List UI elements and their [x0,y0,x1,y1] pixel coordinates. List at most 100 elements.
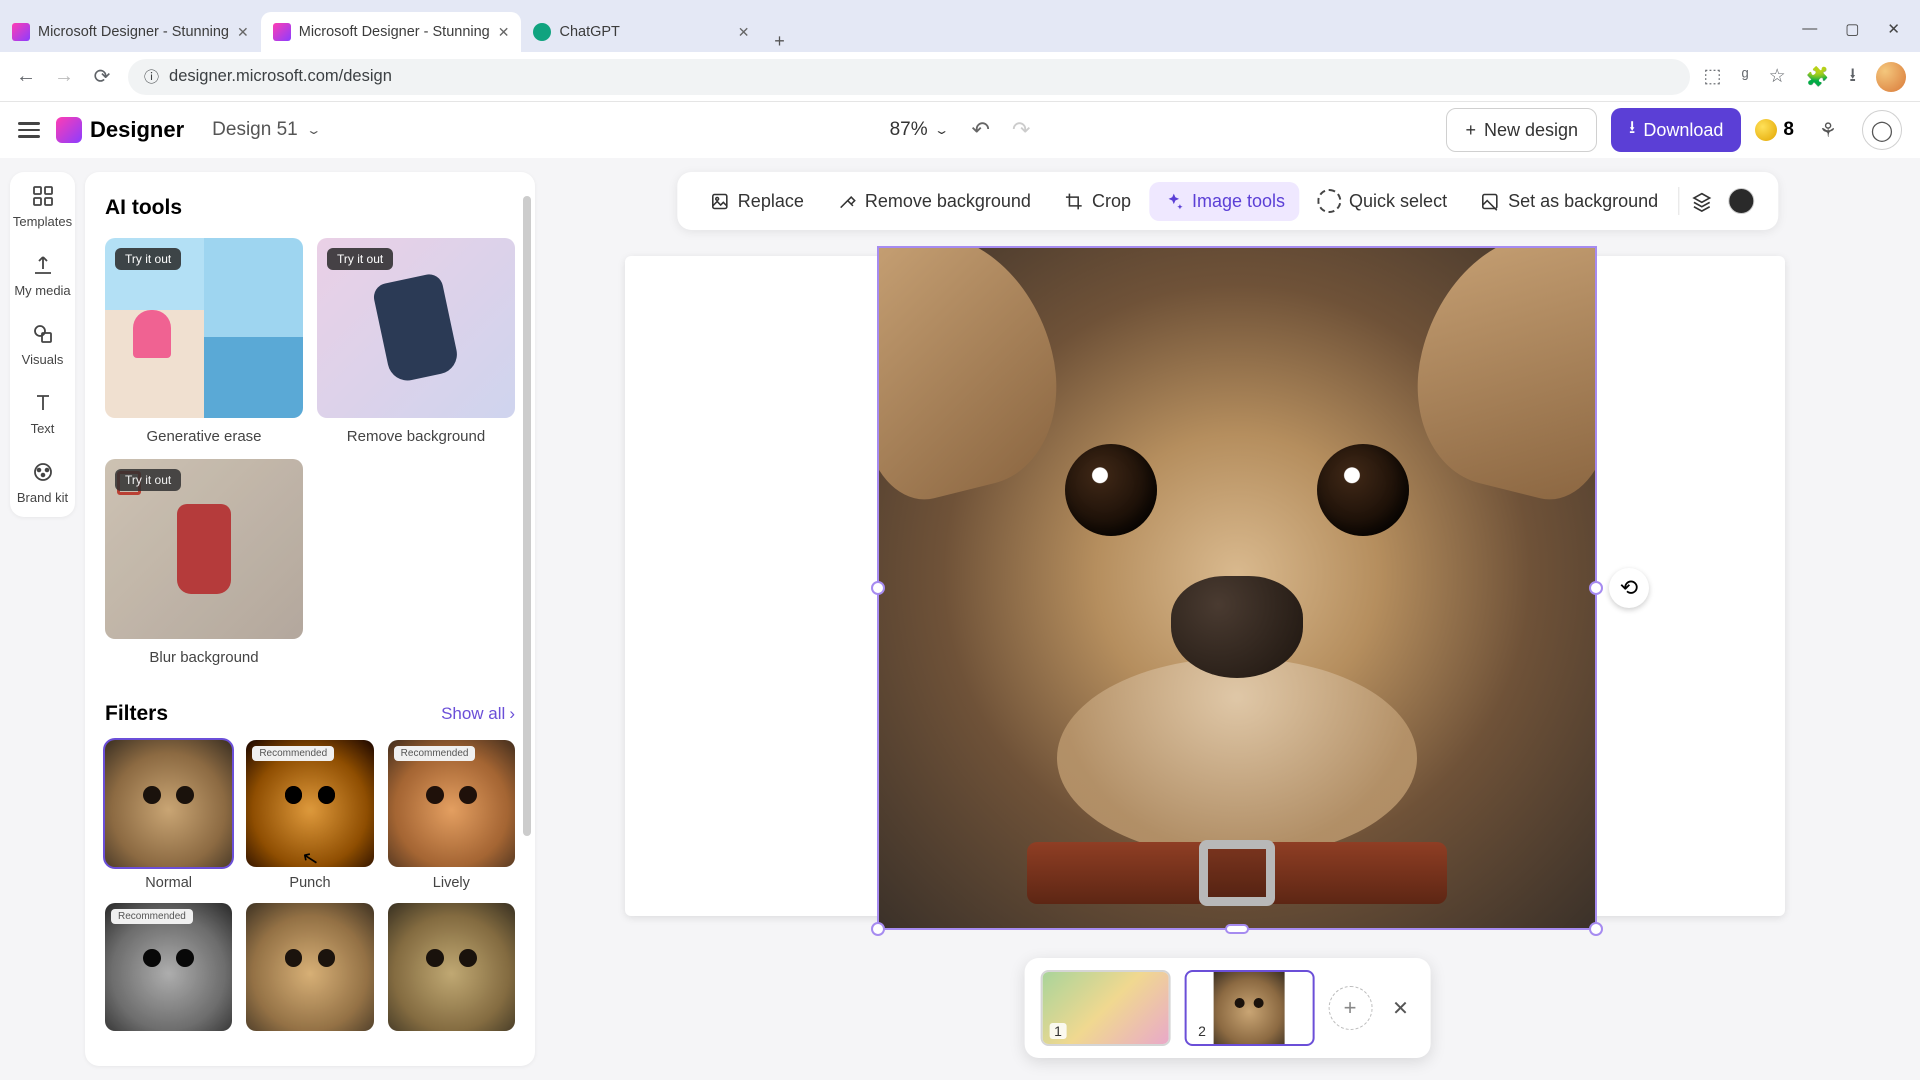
filter-label: Punch [246,875,373,891]
url-input[interactable]: ⓘ designer.microsoft.com/design [128,59,1690,95]
zoom-select[interactable]: 87% ⌄ [890,119,950,142]
selection-frame[interactable]: ⟲ [877,246,1597,930]
install-app-icon[interactable]: ⬚ [1704,65,1722,88]
page-thumb-2[interactable]: 2 [1184,970,1314,1046]
close-tab-icon[interactable]: ✕ [738,24,750,41]
credits-counter[interactable]: 8 [1755,119,1794,141]
layers-button[interactable] [1685,182,1718,221]
page-thumb-1[interactable]: 1 [1040,970,1170,1046]
filter-normal[interactable]: Normal [105,740,232,891]
ctx-label: Set as background [1508,191,1658,212]
button-label: Download [1643,120,1723,141]
remove-background-button[interactable]: Remove background [822,182,1045,221]
tool-generative-erase[interactable]: Try it out Generative erase [105,238,303,445]
filter-lively[interactable]: Recommended Lively [388,740,515,891]
rail-visuals[interactable]: Visuals [10,322,75,367]
crop-button[interactable]: Crop [1049,182,1145,221]
back-icon[interactable]: ← [14,65,38,88]
chevron-down-icon: ⌄ [934,123,950,137]
app-logo[interactable]: Designer [56,117,184,143]
show-all-link[interactable]: Show all › [441,704,515,724]
tool-remove-background[interactable]: Try it out Remove background [317,238,515,445]
crop-icon [1063,191,1084,212]
filter-punch[interactable]: Recommended Punch [246,740,373,891]
page-number: 2 [1193,1023,1211,1039]
ctx-label: Remove background [865,191,1031,212]
browser-tab[interactable]: Microsoft Designer - Stunning ✕ [0,12,261,52]
maximize-icon[interactable]: ▢ [1845,20,1859,38]
close-tab-icon[interactable]: ✕ [237,24,249,41]
filter-item[interactable]: Recommended [105,903,232,1030]
visuals-icon [31,322,55,346]
try-badge: Try it out [115,248,181,270]
tool-blur-background[interactable]: Try it out Blur background [105,459,303,666]
reload-icon[interactable]: ⟳ [90,64,114,89]
download-button[interactable]: ⭳ Download [1611,108,1741,152]
browser-tab[interactable]: Microsoft Designer - Stunning ✕ [261,12,522,52]
extensions-icon[interactable]: 🧩 [1806,65,1830,89]
quick-select-button[interactable]: Quick select [1303,180,1461,222]
resize-handle-bl[interactable] [871,922,885,936]
rail-label: Templates [13,214,72,229]
browser-tab[interactable]: ChatGPT ✕ [521,12,761,52]
design-name-label: Design 51 [212,119,298,141]
resize-handle-left[interactable] [871,581,885,595]
share-button[interactable]: ⚘ [1808,110,1848,150]
replace-icon [709,191,730,212]
rail-label: Visuals [22,352,64,367]
rotate-handle[interactable]: ⟲ [1609,568,1649,608]
recommended-badge: Recommended [111,909,193,924]
rail-my-media[interactable]: My media [10,253,75,298]
rail-brand-kit[interactable]: Brand kit [10,460,75,505]
translate-icon[interactable]: ᵍ [1741,66,1748,88]
close-window-icon[interactable]: ✕ [1887,20,1900,38]
menu-button[interactable] [18,122,40,138]
new-design-button[interactable]: + New design [1446,108,1597,152]
ai-tools-heading: AI tools [105,196,515,220]
ctx-label: Crop [1092,191,1131,212]
replace-button[interactable]: Replace [695,182,818,221]
app-header: Designer Design 51 ⌄ 87% ⌄ ↶ ↷ + New des… [0,102,1920,158]
redo-button[interactable]: ↷ [1012,117,1030,143]
resize-handle-br[interactable] [1589,922,1603,936]
page-number: 1 [1049,1023,1067,1039]
plus-icon: + [1465,120,1476,141]
upload-icon [31,253,55,277]
undo-button[interactable]: ↶ [972,117,990,143]
resize-handle-bottom[interactable] [1225,924,1249,934]
chevron-down-icon: ⌄ [306,123,322,137]
set-background-button[interactable]: Set as background [1465,182,1672,221]
close-tab-icon[interactable]: ✕ [498,24,510,41]
add-page-button[interactable]: + [1328,986,1372,1030]
account-button[interactable]: ◯ [1862,110,1902,150]
site-info-icon[interactable]: ⓘ [144,66,159,87]
minimize-icon[interactable]: — [1802,20,1817,38]
tool-label: Blur background [105,649,303,666]
resize-handle-right[interactable] [1589,581,1603,595]
sparkle-icon [1163,191,1184,212]
scrollbar[interactable] [523,196,531,836]
filters-heading: Filters [105,702,168,726]
new-tab-button[interactable]: + [761,31,797,52]
close-strip-button[interactable]: ✕ [1386,996,1415,1021]
downloads-icon[interactable]: ⭳ [1849,61,1856,93]
tab-title: ChatGPT [559,24,619,40]
design-name-dropdown[interactable]: Design 51 ⌄ [212,119,321,142]
filter-item[interactable] [388,903,515,1030]
chevron-right-icon: › [509,704,515,724]
bookmark-icon[interactable]: ☆ [1769,65,1786,88]
zoom-value: 87% [890,119,928,141]
profile-avatar[interactable] [1876,62,1906,92]
color-button[interactable] [1722,179,1760,223]
image-tools-button[interactable]: Image tools [1149,182,1299,221]
ctx-label: Replace [738,191,804,212]
rail-label: Brand kit [17,490,68,505]
rail-text[interactable]: Text [10,391,75,436]
rail-templates[interactable]: Templates [10,184,75,229]
rail-label: Text [31,421,55,436]
recommended-badge: Recommended [252,746,334,761]
selected-image[interactable] [879,248,1595,928]
filter-item[interactable] [246,903,373,1030]
forward-icon[interactable]: → [52,65,76,88]
layers-icon [1691,191,1712,212]
